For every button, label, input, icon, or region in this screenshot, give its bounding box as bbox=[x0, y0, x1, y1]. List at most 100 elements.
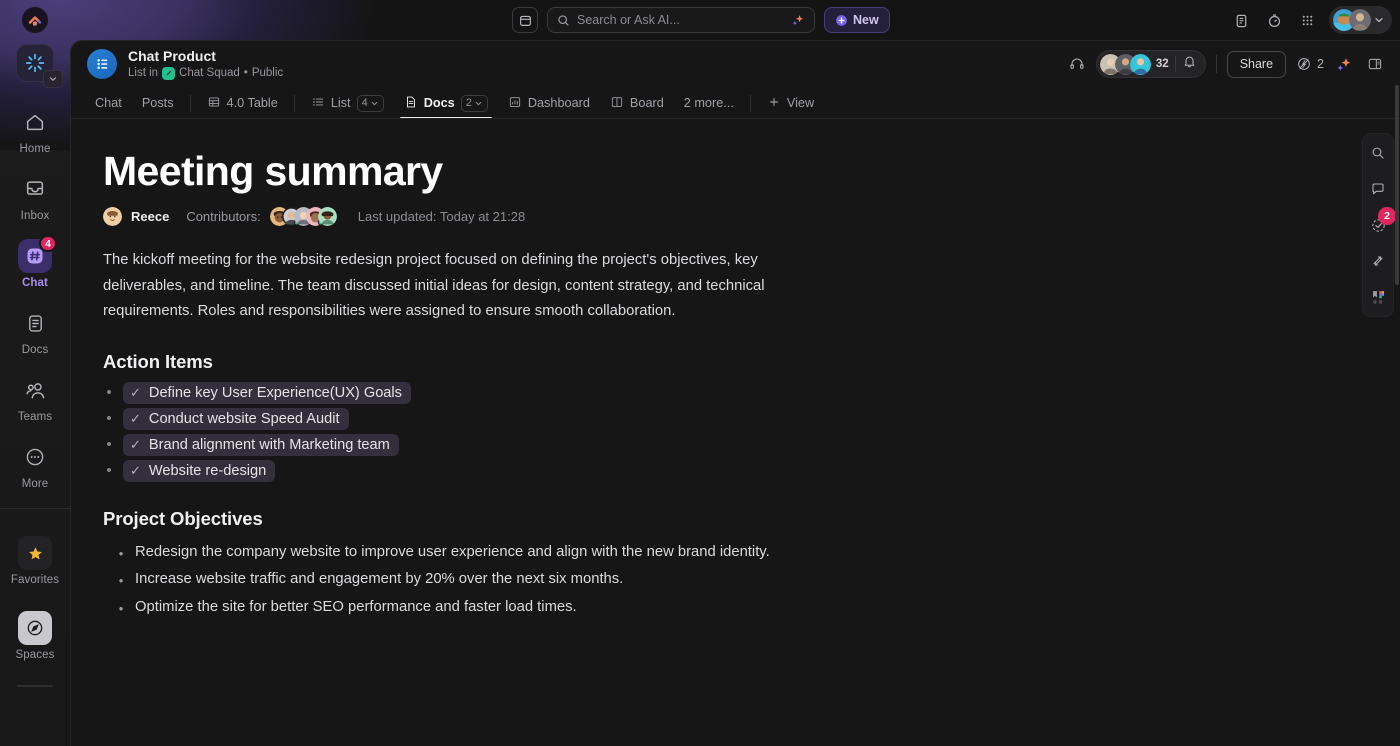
tab-label: Posts bbox=[142, 96, 174, 110]
sidebar-item-spaces[interactable]: Spaces bbox=[4, 604, 66, 665]
split-panel-icon[interactable] bbox=[1362, 51, 1388, 77]
contributors-label: Contributors: bbox=[186, 209, 260, 224]
task-chip[interactable]: ✓ Define key User Experience(UX) Goals bbox=[123, 382, 411, 404]
document-title[interactable]: Meeting summary bbox=[103, 147, 1400, 195]
divider bbox=[190, 95, 191, 112]
chevron-down-icon bbox=[474, 99, 483, 108]
tab-list[interactable]: List 4 bbox=[301, 88, 394, 119]
tab-4-0-table[interactable]: 4.0 Table bbox=[197, 88, 288, 119]
task-label: Conduct website Speed Audit bbox=[149, 411, 340, 427]
sidebar-item-more[interactable]: More bbox=[4, 433, 66, 494]
list-header-text: Chat Product List in Chat Squad • Public bbox=[128, 49, 283, 80]
avatar bbox=[1349, 9, 1371, 31]
automations-button[interactable]: 2 bbox=[1296, 56, 1324, 72]
task-label: Website re-design bbox=[149, 463, 266, 479]
check-icon: ✓ bbox=[130, 386, 141, 399]
tab-label: Dashboard bbox=[528, 96, 590, 110]
stopwatch-icon[interactable] bbox=[1259, 6, 1289, 34]
sidebar-item-home[interactable]: Home bbox=[4, 98, 66, 159]
task-chip[interactable]: ✓ Conduct website Speed Audit bbox=[123, 408, 349, 430]
tab-label: Docs bbox=[424, 96, 455, 110]
objective-text: Increase website traffic and engagement … bbox=[135, 567, 623, 594]
list-item[interactable]: • ✓ Define key User Experience(UX) Goals bbox=[103, 382, 1400, 404]
list-item[interactable]: • ✓ Conduct website Speed Audit bbox=[103, 408, 1400, 430]
breadcrumb-space[interactable]: Chat Squad bbox=[179, 67, 240, 79]
docs-icon bbox=[18, 306, 52, 340]
comment-icon[interactable] bbox=[1366, 178, 1390, 200]
member-count: 32 bbox=[1156, 58, 1169, 70]
integrations-icon[interactable] bbox=[1366, 286, 1390, 308]
workspace-avatar[interactable] bbox=[16, 44, 54, 82]
sidebar-item-label: Teams bbox=[18, 411, 52, 423]
section-heading-action-items[interactable]: Action Items bbox=[103, 351, 1400, 373]
inbox-icon bbox=[18, 172, 52, 206]
document-body: Meeting summary Reece Contributors: bbox=[71, 119, 1400, 746]
workspace-chevron-icon[interactable] bbox=[43, 70, 63, 88]
headphones-icon[interactable] bbox=[1064, 51, 1090, 77]
account-avatar-group[interactable] bbox=[1329, 6, 1392, 34]
apps-grid-icon[interactable] bbox=[1292, 6, 1322, 34]
tabs-more-button[interactable]: 2 more... bbox=[674, 88, 744, 119]
bullet-icon: • bbox=[103, 410, 115, 427]
document-paragraph[interactable]: The kickoff meeting for the website rede… bbox=[103, 248, 803, 325]
list-item[interactable]: • ✓ Brand alignment with Marketing team bbox=[103, 434, 1400, 456]
relationships-icon[interactable] bbox=[1366, 250, 1390, 272]
task-chip[interactable]: ✓ Brand alignment with Marketing team bbox=[123, 434, 399, 456]
author-avatar[interactable] bbox=[103, 207, 122, 226]
automation-count: 2 bbox=[1317, 57, 1324, 71]
chevron-down-icon bbox=[370, 99, 379, 108]
list-item[interactable]: • Redesign the company website to improv… bbox=[103, 540, 803, 567]
action-items-list: • ✓ Define key User Experience(UX) Goals… bbox=[103, 382, 1400, 482]
sidebar-item-favorites[interactable]: Favorites bbox=[4, 529, 66, 590]
left-sidebar-rail: Home Inbox bbox=[0, 0, 70, 746]
sparkle-ai-icon[interactable] bbox=[790, 13, 805, 28]
tab-count-list[interactable]: 4 bbox=[357, 95, 384, 112]
objectives-list: • Redesign the company website to improv… bbox=[103, 540, 803, 622]
add-view-button[interactable]: View bbox=[757, 88, 824, 119]
section-heading-project-objectives[interactable]: Project Objectives bbox=[103, 508, 1400, 530]
bell-icon[interactable] bbox=[1182, 54, 1197, 74]
tab-board[interactable]: Board bbox=[600, 88, 674, 119]
clipboard-icon[interactable] bbox=[1226, 6, 1256, 34]
bullet-icon: • bbox=[103, 436, 115, 453]
new-button-label: New bbox=[853, 13, 879, 27]
contributor-avatars[interactable] bbox=[270, 207, 337, 226]
list-item[interactable]: • ✓ Website re-design bbox=[103, 460, 1400, 482]
breadcrumb-privacy: Public bbox=[252, 67, 283, 79]
tab-label: Board bbox=[630, 96, 664, 110]
rail-nav-items: Home Inbox bbox=[0, 98, 70, 687]
tab-count-docs[interactable]: 2 bbox=[461, 95, 488, 112]
list-item[interactable]: • Optimize the site for better SEO perfo… bbox=[103, 595, 803, 622]
add-view-label: View bbox=[787, 96, 814, 110]
list-item[interactable]: • Increase website traffic and engagemen… bbox=[103, 567, 803, 594]
bullet-icon: • bbox=[117, 567, 125, 594]
sidebar-item-label: Favorites bbox=[11, 574, 59, 586]
task-chip[interactable]: ✓ Website re-design bbox=[123, 460, 275, 482]
vertical-scrollbar[interactable] bbox=[1395, 85, 1399, 285]
tab-posts[interactable]: Posts bbox=[132, 88, 184, 119]
tab-dashboard[interactable]: Dashboard bbox=[498, 88, 600, 119]
task-label: Brand alignment with Marketing team bbox=[149, 437, 390, 453]
tab-label: Chat bbox=[95, 96, 122, 110]
bullet-icon: • bbox=[117, 540, 125, 567]
doc-icon bbox=[404, 95, 418, 112]
share-button[interactable]: Share bbox=[1227, 51, 1286, 78]
chevron-down-icon[interactable] bbox=[1373, 14, 1385, 26]
search-input[interactable]: Search or Ask AI... bbox=[547, 7, 815, 33]
sidebar-item-docs[interactable]: Docs bbox=[4, 299, 66, 360]
workspace-logo-icon bbox=[24, 52, 46, 74]
sidebar-item-teams[interactable]: Teams bbox=[4, 366, 66, 427]
sidebar-item-chat[interactable]: 4 Chat bbox=[4, 232, 66, 293]
tab-chat[interactable]: Chat bbox=[85, 88, 132, 119]
calendar-icon[interactable] bbox=[512, 7, 538, 33]
tab-docs[interactable]: Docs 2 bbox=[394, 88, 498, 119]
bullet-icon: • bbox=[103, 462, 115, 479]
sparkle-ai-icon[interactable] bbox=[1330, 51, 1356, 77]
new-button[interactable]: New bbox=[824, 7, 890, 33]
task-check-icon[interactable]: 2 bbox=[1366, 214, 1390, 236]
sidebar-item-inbox[interactable]: Inbox bbox=[4, 165, 66, 226]
dashboard-icon bbox=[508, 95, 522, 112]
page-title: Chat Product bbox=[128, 49, 283, 64]
member-avatars[interactable]: 32 bbox=[1096, 50, 1206, 78]
search-icon[interactable] bbox=[1366, 142, 1390, 164]
